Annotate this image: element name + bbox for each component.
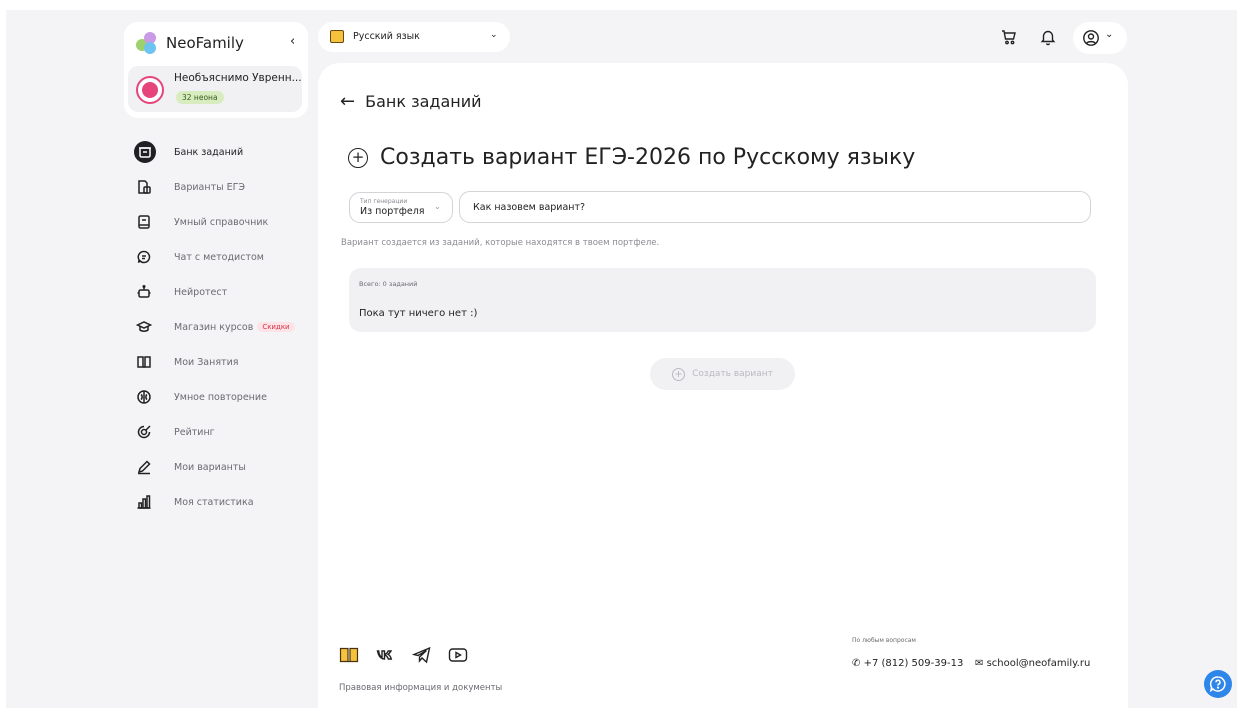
collapse-sidebar-button[interactable]: ‹: [290, 34, 295, 49]
sidebar-item-ege-variants[interactable]: Варианты ЕГЭ: [134, 175, 309, 199]
sidebar-item-my-variants[interactable]: Мои варианты: [134, 455, 309, 479]
tasks-empty-message: Пока тут ничего нет :): [359, 308, 478, 319]
sidebar-item-task-bank[interactable]: Банк заданий: [134, 140, 309, 164]
generation-type-select[interactable]: Тип генерации Из портфеля ⌄: [349, 192, 453, 223]
page-title-row: + Создать вариант ЕГЭ-2026 по Русскому я…: [348, 145, 915, 170]
sidebar-item-label: Рейтинг: [174, 426, 215, 438]
sidebar-item-label: Чат с методистом: [174, 251, 264, 263]
tasks-box: Всего: 0 заданий Пока тут ничего нет :): [349, 268, 1096, 332]
sale-badge: Скидки: [257, 322, 295, 332]
documents-icon: [134, 177, 154, 197]
pencil-icon: [134, 457, 154, 477]
user-box[interactable]: Необъяснимо Увренн... 32 неона: [128, 66, 302, 112]
email-link[interactable]: ✉ school@neofamily.ru: [975, 658, 1090, 669]
chevron-down-icon: ⌄: [490, 30, 498, 40]
sidebar-item-neurotest[interactable]: Нейротест: [134, 280, 309, 304]
sidebar-item-label: Магазин курсов Скидки: [174, 322, 295, 333]
sidebar-item-label: Умное повторение: [174, 391, 267, 403]
generation-type-value: Из портфеля: [360, 206, 425, 217]
create-variant-button[interactable]: + Создать вариант: [650, 358, 795, 390]
telegram-icon[interactable]: [412, 646, 432, 664]
create-variant-label: Создать вариант: [692, 369, 773, 379]
back-link[interactable]: ← Банк заданий: [340, 91, 482, 112]
sidebar-item-methodist-chat[interactable]: Чат с методистом: [134, 245, 309, 269]
avatar[interactable]: [136, 76, 164, 104]
robot-icon: [134, 282, 154, 302]
book-icon: [330, 30, 344, 43]
any-questions-label: По любым вопросам: [852, 637, 916, 644]
generation-type-label: Тип генерации: [360, 198, 408, 205]
main-card: ← Банк заданий + Создать вариант ЕГЭ-202…: [318, 63, 1128, 708]
tasks-total: Всего: 0 заданий: [359, 280, 418, 288]
question-chat-icon: [1209, 676, 1226, 693]
sidebar-item-smart-reference[interactable]: Умный справочник: [134, 210, 309, 234]
subject-label: Русский язык: [353, 31, 420, 42]
sidebar-item-rating[interactable]: Рейтинг: [134, 420, 309, 444]
page-title: Создать вариант ЕГЭ-2026 по Русскому язы…: [380, 145, 916, 170]
mail-icon: ✉: [975, 658, 987, 669]
sidebar-item-course-shop[interactable]: Магазин курсов Скидки: [134, 315, 309, 339]
sidebar-item-label: Банк заданий: [174, 146, 244, 158]
user-name: Необъяснимо Увренн...: [174, 72, 302, 84]
cart-icon[interactable]: [1000, 28, 1018, 46]
sidebar-item-my-lessons[interactable]: Мои Занятия: [134, 350, 309, 374]
sidebar-item-label: Мои Занятия: [174, 356, 239, 368]
hint-text: Вариант создается из заданий, которые на…: [341, 238, 660, 248]
sidebar-item-my-statistics[interactable]: Моя статистика: [134, 490, 309, 514]
sidebar-item-smart-repetition[interactable]: Умное повторение: [134, 385, 309, 409]
app-name: NeoFamily: [166, 34, 244, 52]
legal-info-link[interactable]: Правовая информация и документы: [339, 683, 502, 693]
sidebar-item-label: Нейротест: [174, 286, 228, 298]
book-icon: [134, 212, 154, 232]
arrow-left-icon: ←: [340, 91, 356, 112]
plus-circle-icon: +: [672, 367, 686, 381]
plus-circle-icon: +: [348, 147, 368, 168]
profile-card: NeoFamily ‹ Необъяснимо Увренн... 32 нео…: [124, 22, 308, 118]
book-icon[interactable]: [339, 646, 359, 664]
neofamily-logo-icon: [136, 32, 158, 54]
bell-icon[interactable]: [1039, 28, 1057, 46]
phone-link[interactable]: ✆ +7 (812) 509-39-13: [852, 658, 963, 669]
user-circle-icon: [1083, 30, 1099, 46]
phone-icon: ✆: [852, 658, 864, 669]
youtube-icon[interactable]: [448, 646, 468, 664]
target-icon: [134, 422, 154, 442]
vk-icon[interactable]: [376, 646, 396, 664]
profile-menu-button[interactable]: ⌄: [1073, 22, 1127, 54]
sidebar-item-label: Мои варианты: [174, 461, 246, 473]
sidebar-item-label: Варианты ЕГЭ: [174, 181, 246, 193]
graduation-cap-icon: [134, 317, 154, 337]
archive-icon: [134, 141, 156, 163]
back-label: Банк заданий: [365, 92, 482, 111]
help-button[interactable]: [1204, 670, 1232, 698]
brain-icon: [134, 387, 154, 407]
open-book-icon: [134, 352, 154, 372]
sidebar-item-label: Моя статистика: [174, 496, 254, 508]
chevron-down-icon: ⌄: [1105, 29, 1114, 40]
chat-icon: [134, 247, 154, 267]
chevron-down-icon: ⌄: [434, 202, 441, 211]
sidebar-item-label: Умный справочник: [174, 216, 269, 228]
neons-badge: 32 неона: [176, 91, 224, 104]
bar-chart-icon: [134, 492, 154, 512]
variant-name-input[interactable]: [459, 191, 1091, 223]
subject-select[interactable]: Русский язык ⌄: [318, 22, 510, 52]
